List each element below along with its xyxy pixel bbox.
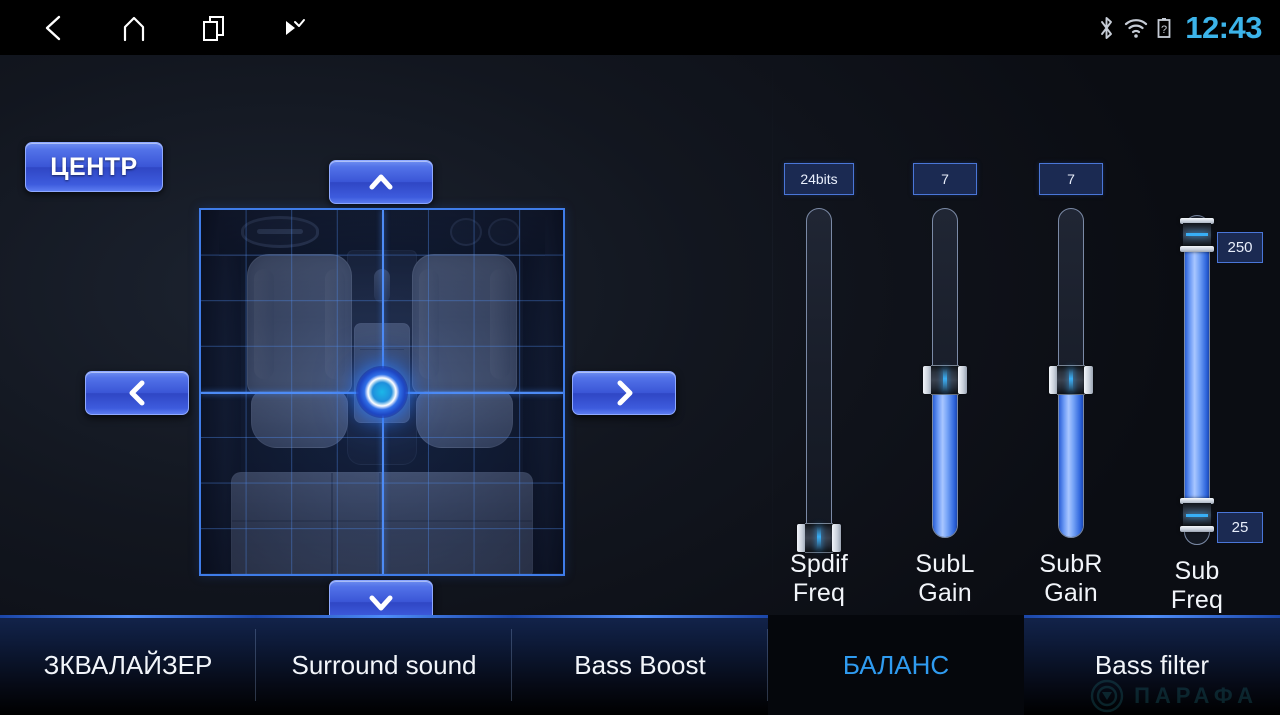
mode-tab-bar: ЗКВАЛАЙЗЕР Surround sound Bass Boost БАЛ… [0,615,1280,715]
subl-gain-thumb[interactable] [923,364,967,395]
sub-freq-track[interactable]: 250 25 [1177,215,1263,545]
sub-freq-min-value-chip[interactable]: 25 [1217,512,1263,544]
chevron-up-icon [369,174,393,190]
spdif-freq-track[interactable] [797,208,841,553]
subl-gain-value-chip[interactable]: 7 [913,163,977,195]
sub-freq-track-groove [1184,215,1210,545]
subr-gain-track[interactable] [1049,208,1093,538]
status-bar: ? 12:43 [0,0,1280,55]
balance-left-button[interactable] [85,371,189,415]
chevron-right-icon [617,380,633,406]
slider-sub-freq: 250 25 Sub Freq [1137,215,1263,615]
subr-gain-label: SubR Gain [1039,550,1103,607]
slider-subr-gain: 7 SubR Gain [1011,163,1131,608]
slider-spdif-freq: 24bits Spdif Freq [759,163,879,608]
tab-bass-filter[interactable]: Bass filter [1024,615,1280,715]
car-view-frame[interactable] [199,208,565,576]
subl-gain-fill [933,378,957,537]
spdif-freq-track-groove [806,208,832,538]
volume-icon [286,18,305,35]
center-preset-label: ЦЕНТР [50,152,138,181]
sub-freq-max-value-chip[interactable]: 250 [1217,231,1263,263]
spdif-freq-label: Spdif Freq [790,550,848,607]
listening-position-marker[interactable] [356,366,408,418]
center-preset-button[interactable]: ЦЕНТР [25,142,163,192]
tab-surround-sound-label: Surround sound [291,649,477,680]
main-content: ЦЕНТР 24bits Spdif Freq 7 SubL Gain 7 Su… [0,55,1280,624]
slider-subl-gain: 7 SubL Gain [885,163,1005,608]
volume-button[interactable] [268,5,320,51]
balance-up-button[interactable] [329,160,433,204]
home-icon [123,16,145,41]
spdif-freq-thumb[interactable] [797,523,841,553]
tab-bass-filter-label: Bass filter [1094,649,1210,680]
battery-unknown-icon: ? [1157,17,1171,38]
status-clock: 12:43 [1185,10,1262,45]
sub-freq-label: Sub Freq [1170,557,1224,614]
recents-icon [203,15,224,41]
subr-gain-value-chip[interactable]: 7 [1039,163,1103,195]
bluetooth-icon [1101,16,1113,39]
back-button[interactable] [28,5,80,51]
chevron-down-icon [369,595,393,611]
tab-equalizer[interactable]: ЗКВАЛАЙЗЕР [0,615,256,715]
tab-equalizer-label: ЗКВАЛАЙЗЕР [43,649,213,680]
wifi-icon [1125,18,1148,38]
recents-button[interactable] [188,5,240,51]
spdif-freq-value-chip[interactable]: 24bits [784,163,854,195]
tab-bass-boost-label: Bass Boost [574,649,706,680]
system-nav-bar [28,0,320,55]
balance-right-button[interactable] [572,371,676,415]
tab-bass-boost[interactable]: Bass Boost [512,615,768,715]
tab-balance-label: БАЛАНС [842,649,950,680]
back-icon [45,15,61,40]
subl-gain-track[interactable] [923,208,967,538]
audio-balance-screen: ? 12:43 ЦЕНТР 24bits Spdif Freq 7 SubL G… [0,0,1280,715]
sub-freq-fill [1185,233,1209,515]
home-button[interactable] [108,5,160,51]
subr-gain-thumb[interactable] [1049,364,1093,395]
sub-freq-max-thumb[interactable] [1180,217,1214,252]
tab-balance[interactable]: БАЛАНС [768,615,1024,715]
subl-gain-label: SubL Gain [915,550,975,607]
subr-gain-fill [1059,378,1083,537]
svg-text:?: ? [1161,24,1167,36]
car-balance-map[interactable] [199,208,565,576]
tab-surround-sound[interactable]: Surround sound [256,615,512,715]
sub-freq-min-thumb[interactable] [1180,498,1214,533]
status-indicators: ? 12:43 [1098,0,1262,55]
chevron-left-icon [129,380,145,406]
